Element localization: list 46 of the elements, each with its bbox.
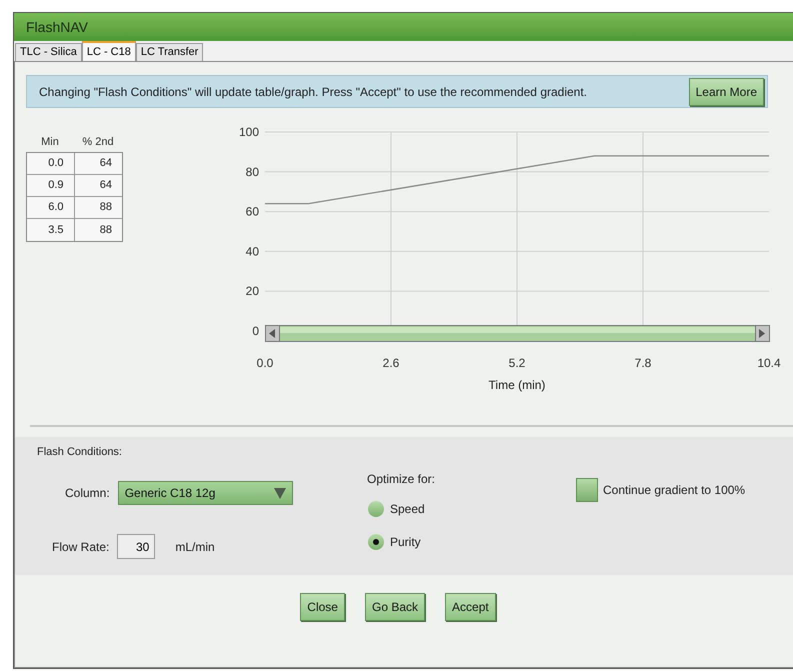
- y-tick-label: 40: [246, 244, 259, 258]
- table-cell: 0.9: [27, 175, 74, 196]
- table-cell-text: 88: [98, 222, 113, 238]
- optimize-label: Optimize for:: [367, 471, 436, 488]
- radio-label: Speed: [390, 501, 425, 518]
- checkbox-label: Continue gradient to 100%: [603, 482, 746, 499]
- y-tick-label: 20: [246, 284, 259, 298]
- table-cell-text: 64: [98, 178, 113, 194]
- y-tick-label: 60: [246, 204, 259, 219]
- dialog-button[interactable]: Close: [300, 593, 345, 621]
- checkbox[interactable]: [576, 478, 598, 502]
- column-header: % 2nd: [81, 134, 115, 150]
- dialog-button[interactable]: Accept: [445, 593, 496, 621]
- caret-icon: [274, 487, 286, 499]
- x-tick-label: 0.0: [256, 356, 274, 370]
- table-cell: 3.5: [27, 219, 74, 241]
- table-cell: 6.0: [27, 197, 74, 218]
- radio-button[interactable]: [368, 501, 384, 517]
- y-tick-label: 0: [252, 324, 259, 338]
- column-label: Column:: [65, 485, 110, 502]
- y-tick-label: 80: [246, 164, 259, 179]
- x-axis-title: Time (min): [488, 378, 546, 392]
- y-tick-label: 100: [238, 125, 259, 139]
- tab[interactable]: LC - C18: [82, 41, 136, 61]
- x-tick-label: 10.4: [757, 356, 781, 370]
- learn-more-button[interactable]: Learn More: [688, 78, 764, 106]
- x-tick-label: 2.6: [382, 356, 400, 370]
- flow-rate-label: Flow Rate:: [52, 538, 110, 556]
- section-title: Flash Conditions:: [37, 445, 122, 460]
- table-cell: 0.0: [27, 153, 74, 174]
- dialog-button[interactable]: Go Back: [364, 593, 426, 621]
- column-header: Min: [40, 134, 60, 150]
- window-title: FlashNAV: [26, 18, 88, 36]
- radio-button[interactable]: [368, 534, 384, 550]
- table-cell-text: 64: [98, 156, 113, 172]
- flow-rate-field[interactable]: 30: [117, 534, 156, 559]
- tab[interactable]: TLC - Silica: [15, 43, 82, 61]
- tab[interactable]: LC Transfer: [136, 43, 204, 61]
- column-dropdown[interactable]: Generic C18 12g: [118, 481, 293, 505]
- x-tick-label: 5.2: [508, 356, 526, 370]
- scrollbar[interactable]: [265, 325, 770, 342]
- radio-label: Purity: [390, 534, 421, 551]
- banner-text: Changing "Flash Conditions" will update table/graph. Press "Accept" to use the recommended gradient.: [39, 84, 588, 100]
- table-cell-text: 88: [98, 200, 113, 216]
- flow-rate-unit: mL/min: [175, 538, 215, 556]
- x-tick-label: 7.8: [634, 356, 652, 370]
